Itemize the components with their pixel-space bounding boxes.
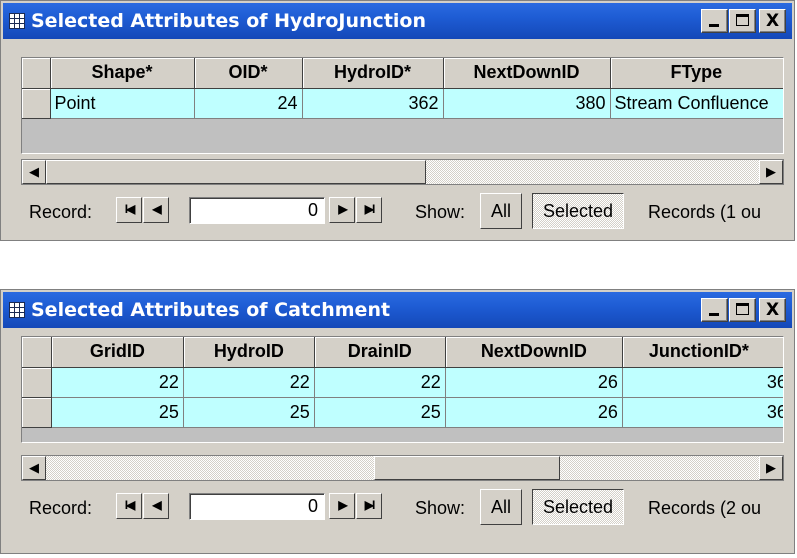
record-navigation-bar: Record: I◀ ◀ 0 ▶ ▶I Show: All Selected R…	[21, 190, 784, 234]
next-icon: ▶	[338, 498, 347, 512]
previous-record-button[interactable]: ◀	[143, 493, 169, 519]
show-all-button[interactable]: All	[480, 489, 523, 525]
scroll-left-button[interactable]: ◀	[22, 456, 46, 480]
record-label: Record:	[29, 498, 93, 518]
arrow-right-icon: ▶	[766, 164, 776, 179]
table-icon	[9, 302, 25, 318]
previous-record-button[interactable]: ◀	[143, 197, 169, 223]
table-cell[interactable]: 362	[302, 88, 444, 119]
show-all-button[interactable]: All	[480, 193, 523, 229]
attribute-table: Shape* OID* HydroID* NextDownID FType Po…	[21, 57, 784, 154]
maximize-button[interactable]	[729, 9, 756, 33]
scroll-thumb[interactable]	[46, 160, 426, 184]
previous-icon: ◀	[152, 498, 161, 512]
arrow-left-icon: ◀	[29, 460, 39, 475]
record-navigation-bar: Record: I◀ ◀ 0 ▶ ▶I Show: All Selected R…	[21, 486, 784, 530]
title-bar[interactable]: Selected Attributes of Catchment X	[3, 292, 792, 328]
table-cell[interactable]: 26	[445, 397, 623, 428]
minimize-button[interactable]	[701, 298, 728, 322]
record-number-input[interactable]: 0	[189, 197, 325, 224]
previous-icon: ◀	[152, 202, 161, 216]
column-header[interactable]: HydroID	[183, 337, 315, 368]
last-icon: ▶I	[364, 202, 375, 216]
first-record-button[interactable]: I◀	[116, 197, 142, 223]
table-row[interactable]: 22 22 22 26 362	[22, 367, 783, 398]
table-cell[interactable]: 22	[51, 367, 184, 398]
table-cell[interactable]: 22	[183, 367, 315, 398]
column-header[interactable]: NextDownID	[445, 337, 623, 368]
table-row[interactable]: 25 25 25 26 362	[22, 397, 783, 428]
hydrojunction-window: Selected Attributes of HydroJunction X S…	[0, 0, 795, 241]
last-icon: ▶I	[364, 498, 375, 512]
scroll-left-button[interactable]: ◀	[22, 160, 46, 184]
table-cell[interactable]: 362	[622, 397, 783, 428]
next-icon: ▶	[338, 202, 347, 216]
horizontal-scrollbar[interactable]: ◀ ▶	[21, 159, 784, 185]
window-title: Selected Attributes of HydroJunction	[31, 10, 426, 32]
table-cell[interactable]: Stream Confluence	[610, 88, 783, 119]
next-record-button[interactable]: ▶	[329, 493, 355, 519]
first-record-button[interactable]: I◀	[116, 493, 142, 519]
show-selected-button[interactable]: Selected	[532, 193, 625, 229]
table-cell[interactable]: 25	[51, 397, 184, 428]
catchment-window: Selected Attributes of Catchment X GridI…	[0, 289, 795, 554]
minimize-button[interactable]	[701, 9, 728, 33]
scroll-right-button[interactable]: ▶	[759, 160, 783, 184]
minimize-icon	[702, 299, 727, 321]
column-header[interactable]: FType	[610, 58, 783, 89]
close-icon: X	[765, 11, 780, 31]
close-button[interactable]: X	[759, 298, 786, 322]
scroll-thumb[interactable]	[374, 456, 560, 480]
records-count: Records (2 ou	[648, 498, 762, 518]
table-cell[interactable]: 26	[445, 367, 623, 398]
row-selector[interactable]	[22, 397, 52, 428]
records-count: Records (1 ou	[648, 202, 762, 222]
table-row[interactable]: Point 24 362 380 Stream Confluence	[22, 88, 783, 119]
arrow-right-icon: ▶	[766, 460, 776, 475]
show-label: Show:	[415, 498, 466, 518]
first-icon: I◀	[124, 498, 135, 512]
column-header[interactable]: OID*	[194, 58, 303, 89]
last-record-button[interactable]: ▶I	[356, 493, 382, 519]
window-title: Selected Attributes of Catchment	[31, 299, 391, 321]
scroll-right-button[interactable]: ▶	[759, 456, 783, 480]
title-bar[interactable]: Selected Attributes of HydroJunction X	[3, 3, 792, 39]
show-label: Show:	[415, 202, 466, 222]
select-all-corner[interactable]	[22, 58, 51, 89]
maximize-button[interactable]	[729, 298, 756, 322]
close-icon: X	[765, 300, 780, 320]
table-cell[interactable]: 24	[194, 88, 303, 119]
close-button[interactable]: X	[759, 9, 786, 33]
table-icon	[9, 13, 25, 29]
record-number-input[interactable]: 0	[189, 493, 325, 520]
minimize-icon	[702, 10, 727, 32]
table-cell[interactable]: Point	[50, 88, 195, 119]
table-cell[interactable]: 25	[314, 397, 446, 428]
header-row: Shape* OID* HydroID* NextDownID FType	[22, 58, 783, 89]
next-record-button[interactable]: ▶	[329, 197, 355, 223]
row-selector[interactable]	[22, 88, 51, 119]
table-cell[interactable]: 380	[443, 88, 611, 119]
maximize-icon	[730, 299, 755, 321]
maximize-icon	[730, 10, 755, 32]
last-record-button[interactable]: ▶I	[356, 197, 382, 223]
header-row: GridID HydroID DrainID NextDownID Juncti…	[22, 337, 783, 368]
show-selected-button[interactable]: Selected	[532, 489, 625, 525]
arrow-left-icon: ◀	[29, 164, 39, 179]
table-cell[interactable]: 362	[622, 367, 783, 398]
record-label: Record:	[29, 202, 93, 222]
column-header[interactable]: NextDownID	[443, 58, 611, 89]
attribute-table: GridID HydroID DrainID NextDownID Juncti…	[21, 336, 784, 443]
horizontal-scrollbar[interactable]: ◀ ▶	[21, 455, 784, 481]
column-header[interactable]: HydroID*	[302, 58, 444, 89]
row-selector[interactable]	[22, 367, 52, 398]
first-icon: I◀	[124, 202, 135, 216]
column-header[interactable]: GridID	[51, 337, 184, 368]
column-header[interactable]: JunctionID*	[622, 337, 783, 368]
table-cell[interactable]: 22	[314, 367, 446, 398]
table-cell[interactable]: 25	[183, 397, 315, 428]
column-header[interactable]: DrainID	[314, 337, 446, 368]
select-all-corner[interactable]	[22, 337, 52, 368]
column-header[interactable]: Shape*	[50, 58, 195, 89]
